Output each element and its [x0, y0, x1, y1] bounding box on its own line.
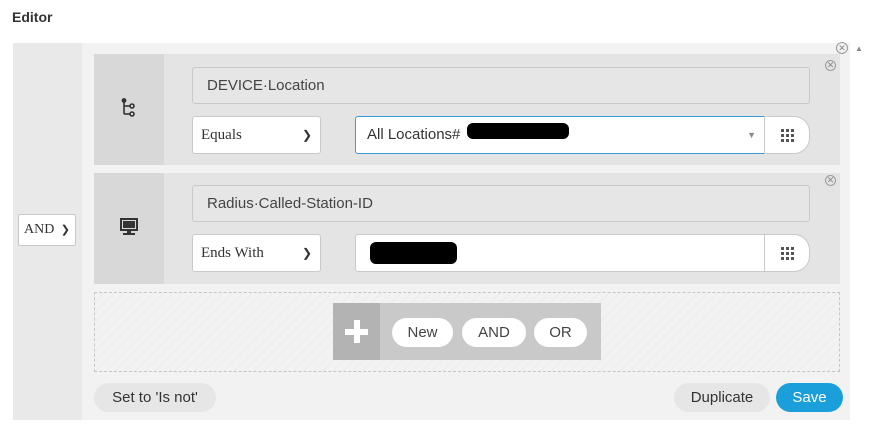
- attribute-field[interactable]: DEVICE·Location: [192, 67, 810, 104]
- save-button[interactable]: Save: [776, 383, 843, 412]
- condition-icon-cell: [94, 173, 164, 284]
- operator-select[interactable]: Ends With ❯: [192, 234, 321, 272]
- root-operator-value: AND: [24, 222, 55, 237]
- operator-select[interactable]: Equals ❯: [192, 116, 321, 154]
- redaction-mark: [370, 242, 457, 264]
- resize-caret-icon: ▲: [855, 44, 863, 53]
- grid-icon: [781, 247, 794, 260]
- attribute-field[interactable]: Radius·Called-Station-ID: [192, 185, 810, 222]
- new-condition-button[interactable]: New: [392, 318, 453, 347]
- operator-value: Ends With: [201, 245, 264, 261]
- plus-icon[interactable]: [333, 303, 380, 360]
- editor-title: Editor: [12, 9, 53, 25]
- root-operator-select[interactable]: AND ❯: [18, 214, 76, 246]
- dropdown-caret-icon[interactable]: ▼: [747, 117, 756, 153]
- duplicate-button[interactable]: Duplicate: [674, 383, 770, 412]
- chevron-down-icon: ❯: [301, 128, 312, 142]
- value-text: All Locations#: [367, 126, 461, 143]
- redaction-mark: [467, 123, 569, 139]
- value-picker-button[interactable]: [764, 116, 810, 154]
- operator-value: Equals: [201, 127, 242, 143]
- condition-icon-cell: [94, 54, 164, 165]
- or-group-button[interactable]: OR: [534, 318, 587, 347]
- value-picker-button[interactable]: [764, 234, 810, 272]
- computer-icon: [120, 218, 138, 235]
- chevron-down-icon: ❯: [301, 246, 312, 260]
- and-group-button[interactable]: AND: [462, 318, 526, 347]
- remove-condition-icon[interactable]: ✕: [825, 60, 836, 71]
- remove-condition-icon[interactable]: ✕: [825, 175, 836, 186]
- location-tree-icon: [121, 98, 135, 117]
- close-icon[interactable]: ✕: [836, 42, 848, 54]
- chevron-down-icon: ❯: [60, 224, 70, 236]
- set-is-not-button[interactable]: Set to 'Is not': [94, 383, 216, 412]
- grid-icon: [781, 129, 794, 142]
